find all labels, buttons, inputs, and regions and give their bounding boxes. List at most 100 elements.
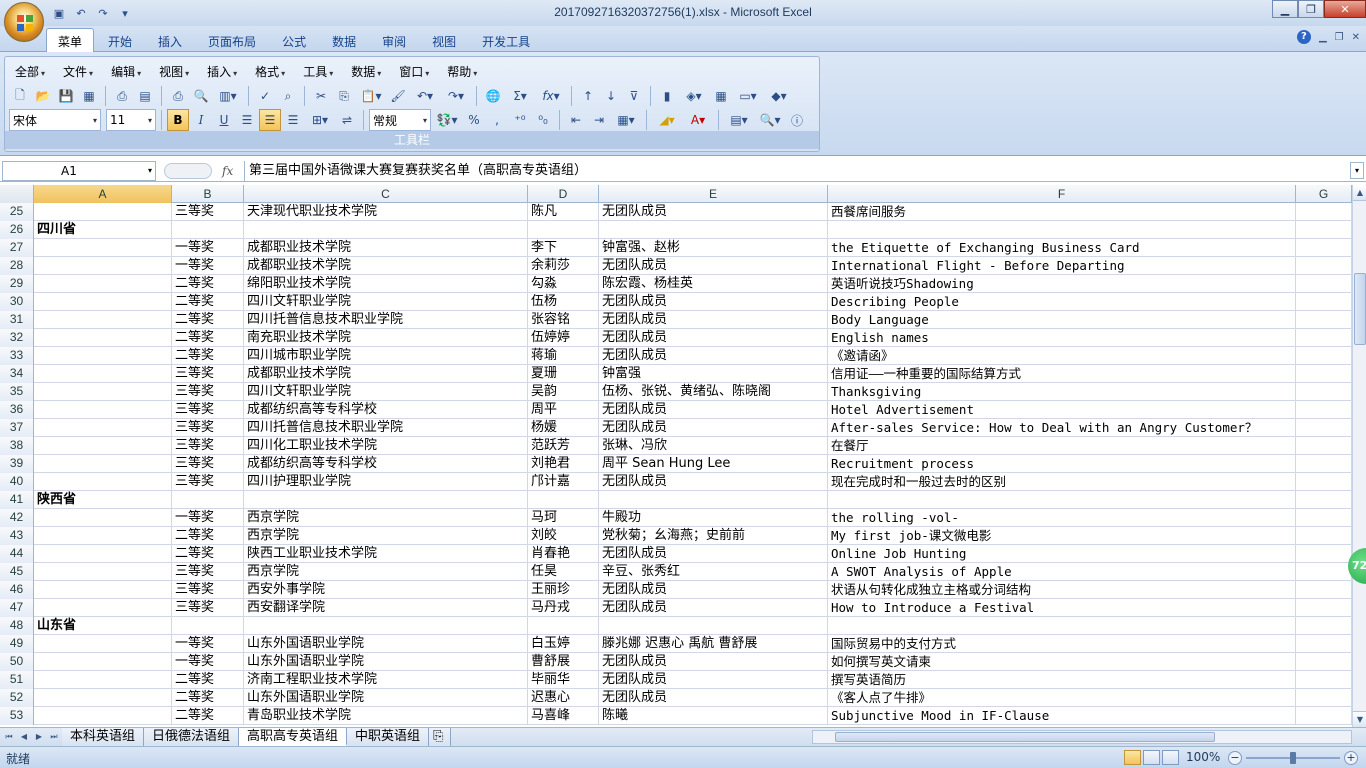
cell-d[interactable]: 白玉婷 xyxy=(528,635,599,652)
align-right-icon[interactable]: ☰ xyxy=(282,109,304,131)
font-color-icon[interactable]: A▾ xyxy=(683,109,713,131)
row-header[interactable]: 36 xyxy=(0,401,34,419)
vertical-scrollbar[interactable]: ▲ ▼ xyxy=(1352,185,1366,727)
menu-view[interactable]: 视图 ▾ xyxy=(153,61,195,82)
cell-g[interactable] xyxy=(1296,329,1352,346)
cell-e[interactable]: 辛豆、张秀红 xyxy=(599,563,828,580)
cell-g[interactable] xyxy=(1296,239,1352,256)
cell-c[interactable]: 四川文轩职业学院 xyxy=(244,383,528,400)
cell-f[interactable]: 在餐厅 xyxy=(828,437,1296,454)
cell-g[interactable] xyxy=(1296,545,1352,562)
row-header[interactable]: 29 xyxy=(0,275,34,293)
cell-g[interactable] xyxy=(1296,383,1352,400)
zoom-in-icon[interactable]: + xyxy=(1344,751,1358,765)
cell-c[interactable]: 南充职业技术学院 xyxy=(244,329,528,346)
increase-indent-icon[interactable]: ⇥ xyxy=(588,109,610,131)
prev-sheet-icon[interactable]: ◀ xyxy=(17,730,31,744)
cell-a[interactable] xyxy=(34,581,172,598)
underline-button[interactable]: U xyxy=(213,109,235,131)
tab-formulas[interactable]: 公式 xyxy=(270,28,318,55)
cell-f[interactable]: Thanksgiving xyxy=(828,383,1296,400)
cell-g[interactable] xyxy=(1296,293,1352,310)
cell-d[interactable] xyxy=(528,491,599,508)
number-format-select[interactable]: 常规 ▾ xyxy=(369,109,431,131)
cell-g[interactable] xyxy=(1296,599,1352,616)
menu-data[interactable]: 数据 ▾ xyxy=(345,61,387,82)
borders-icon[interactable]: ▦▾ xyxy=(611,109,641,131)
cell-a[interactable] xyxy=(34,473,172,490)
cell-d[interactable]: 蒋瑜 xyxy=(528,347,599,364)
cell-a[interactable] xyxy=(34,599,172,616)
cell-a[interactable] xyxy=(34,707,172,724)
cell-b[interactable] xyxy=(172,617,244,634)
cell-g[interactable] xyxy=(1296,689,1352,706)
cell-g[interactable] xyxy=(1296,203,1352,220)
row-header[interactable]: 34 xyxy=(0,365,34,383)
cell-a[interactable] xyxy=(34,365,172,382)
cut-icon[interactable]: ✂ xyxy=(310,85,332,107)
macro-security-icon[interactable]: ◆▾ xyxy=(764,85,794,107)
cell-e[interactable]: 无团队成员 xyxy=(599,203,828,220)
cell-d[interactable]: 王丽珍 xyxy=(528,581,599,598)
cell-c[interactable]: 成都职业技术学院 xyxy=(244,365,528,382)
ribbon-minimize-icon[interactable]: ▁ xyxy=(1319,32,1327,43)
cell-c[interactable]: 成都职业技术学院 xyxy=(244,239,528,256)
cell-g[interactable] xyxy=(1296,563,1352,580)
cell-f[interactable]: Hotel Advertisement xyxy=(828,401,1296,418)
scroll-up-icon[interactable]: ▲ xyxy=(1353,185,1366,201)
cell-g[interactable] xyxy=(1296,581,1352,598)
tab-menu[interactable]: 菜单 xyxy=(46,28,95,55)
tab-home[interactable]: 开始 xyxy=(96,28,144,55)
row-header[interactable]: 31 xyxy=(0,311,34,329)
cell-d[interactable]: 勾淼 xyxy=(528,275,599,292)
cell-a[interactable] xyxy=(34,311,172,328)
cell-c[interactable]: 成都职业技术学院 xyxy=(244,257,528,274)
row-header[interactable]: 33 xyxy=(0,347,34,365)
cell-a[interactable] xyxy=(34,293,172,310)
cell-a[interactable] xyxy=(34,671,172,688)
cell-a[interactable]: 山东省 xyxy=(34,617,172,634)
cell-b[interactable]: 二等奖 xyxy=(172,527,244,544)
cell-c[interactable]: 山东外国语职业学院 xyxy=(244,653,528,670)
row-header[interactable]: 30 xyxy=(0,293,34,311)
cell-e[interactable]: 无团队成员 xyxy=(599,257,828,274)
cell-e[interactable]: 滕兆娜 迟惠心 禹航 曹舒展 xyxy=(599,635,828,652)
cell-f[interactable]: English names xyxy=(828,329,1296,346)
merge-center-icon[interactable]: ⊞▾ xyxy=(305,109,335,131)
cell-c[interactable]: 山东外国语职业学院 xyxy=(244,689,528,706)
cell-e[interactable] xyxy=(599,221,828,238)
row-header[interactable]: 43 xyxy=(0,527,34,545)
cell-a[interactable] xyxy=(34,689,172,706)
column-header-e[interactable]: E xyxy=(599,185,828,203)
cell-e[interactable]: 党秋菊；幺海燕；史前前 xyxy=(599,527,828,544)
cell-f[interactable]: International Flight - Before Departing xyxy=(828,257,1296,274)
cell-g[interactable] xyxy=(1296,653,1352,670)
last-sheet-icon[interactable]: ⏭ xyxy=(47,730,61,744)
menu-format[interactable]: 格式 ▾ xyxy=(249,61,291,82)
cell-a[interactable]: 陕西省 xyxy=(34,491,172,508)
cell-g[interactable] xyxy=(1296,491,1352,508)
cell-d[interactable]: 邝计嘉 xyxy=(528,473,599,490)
cell-d[interactable]: 毕丽华 xyxy=(528,671,599,688)
cell-e[interactable]: 无团队成员 xyxy=(599,671,828,688)
italic-button[interactable]: I xyxy=(190,109,212,131)
pdf-icon[interactable]: ⎙ xyxy=(111,85,133,107)
cell-b[interactable]: 三等奖 xyxy=(172,383,244,400)
next-sheet-icon[interactable]: ▶ xyxy=(32,730,46,744)
cell-a[interactable] xyxy=(34,275,172,292)
save-icon[interactable]: 💾 xyxy=(55,85,77,107)
formula-expand-icon[interactable]: ▾ xyxy=(1350,162,1364,179)
cell-b[interactable]: 二等奖 xyxy=(172,311,244,328)
vertical-scroll-thumb[interactable] xyxy=(1354,273,1366,345)
cell-f[interactable]: How to Introduce a Festival xyxy=(828,599,1296,616)
cell-d[interactable]: 伍婷婷 xyxy=(528,329,599,346)
print-preview-icon[interactable]: 🔍 xyxy=(190,85,212,107)
cell-e[interactable]: 无团队成员 xyxy=(599,689,828,706)
cell-a[interactable] xyxy=(34,239,172,256)
cell-c[interactable] xyxy=(244,221,528,238)
ribbon-restore-icon[interactable]: ❐ xyxy=(1335,32,1344,43)
copy-icon[interactable]: ⎘ xyxy=(333,85,355,107)
horizontal-scroll-thumb[interactable] xyxy=(835,732,1215,742)
cell-c[interactable]: 陕西工业职业技术学院 xyxy=(244,545,528,562)
cell-g[interactable] xyxy=(1296,671,1352,688)
